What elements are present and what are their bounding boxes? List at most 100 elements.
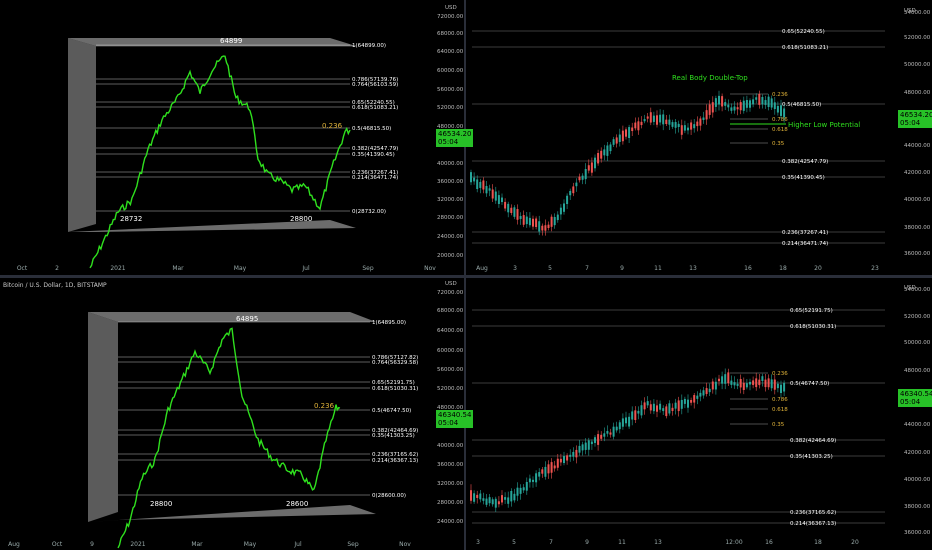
br-right-axis: USD54000.0052000.0050000.0048000.0046000… [904,285,931,536]
tr-right-tick: 40000.00 [904,197,931,203]
tr-candle-body [544,225,547,231]
tr-candle-body [541,225,544,231]
br-candle-body [646,401,649,406]
br-candle-body [727,372,730,384]
tl-fib-label: 1(64899.00) [352,43,386,49]
tr-candle-body [674,122,677,128]
br-candle-body [501,495,503,503]
br-candles [470,368,786,513]
br-candle-body [742,382,745,391]
tl-label-bottom-right: 28800 [290,215,312,223]
tr-small-fib-label: 0.236 [772,92,788,98]
br-candle-body [758,379,761,386]
br-candle-body [714,381,717,390]
br-x-tick: 20 [851,539,859,546]
tr-right-tick: 44000.00 [904,143,931,149]
br-candle-body [621,418,624,427]
br-x-tick: 12:00 [725,539,742,546]
bl-x-tick: Jul [293,541,302,548]
tl-x-axis: Oct 2 2021 Mar May Jul Sep Nov [17,265,436,272]
br-small-fib-label: 0.35 [772,422,785,428]
tl-fib-levels: 1(64899.00)0.786(57139.76)0.764(56103.59… [96,43,398,215]
tr-fib-label: 0.236(37267.41) [782,230,828,236]
br-candle-body [618,422,621,430]
br-candle-body [528,478,531,483]
br-candle-body [525,481,528,491]
tr-candle-body [501,197,503,203]
tl-label-fib236: 0.236 [322,122,343,130]
tr-candle-body [683,125,686,131]
tr-candle-body [550,216,553,227]
bl-label-bottom-left: 28800 [150,500,172,508]
br-fib-label: 0.214(36367.13) [790,521,836,527]
tr-x-tick: 13 [689,265,697,272]
tr-candle-body [749,100,751,108]
tr-fib-label: 0.65(52240.55) [782,29,825,35]
tr-candle-body [742,100,745,111]
tr-candle-body [538,221,541,232]
tr-x-axis: Aug 3 5 7 9 11 13 16 18 20 23 [476,265,879,272]
br-candle-body [733,382,736,386]
br-candle-body [494,498,497,508]
br-candle-body [612,426,615,437]
tr-y-tick: 72000.00 [437,14,464,20]
br-right-tick: 38000.00 [904,504,931,510]
tr-fib-label: 0.214(36471.74) [782,241,828,247]
tr-x-tick: 5 [548,265,552,272]
tr-candle-body [646,116,649,119]
br-candle-body [783,382,786,392]
br-fib-label: 0.618(51030.31) [790,324,836,330]
tr-candle-body [563,203,565,212]
tr-y-tick: 60000.00 [437,68,464,74]
br-candle-body [507,497,510,504]
br-right-tick: 42000.00 [904,450,931,456]
br-candle-body [649,404,652,411]
bl-fib-label: 1(64895.00) [372,320,406,326]
tr-x-tick: 3 [513,265,517,272]
br-price-tag-sub: 05:04 [900,398,921,406]
bl-x-tick: 9 [90,541,94,548]
tr-y-tick: 32000.00 [437,197,464,203]
tr-candle-body [528,217,531,226]
br-right-tick: 54000.00 [904,287,931,293]
br-candle-body [634,410,637,421]
bl-price-tag-value: 46340.54 [438,411,472,419]
br-candle-body [575,449,578,458]
br-candle-body [671,407,674,411]
br-x-tick: 7 [549,539,553,546]
tr-x-tick: 7 [585,265,589,272]
bl-fib-label: 0.764(56329.58) [372,360,418,366]
tl-x-tick: Nov [424,265,436,272]
bl-x-tick: Aug [8,541,20,548]
bl-x-tick: Sep [347,541,359,548]
br-y-tick: 52000.00 [437,386,464,392]
br-candle-body [553,465,556,469]
tr-y-tick: 28000.00 [437,215,464,221]
bl-fib-label: 0.214(36367.13) [372,458,418,464]
br-candle-body [702,390,705,396]
br-candle-body [640,405,643,416]
chart-canvas[interactable]: 1(64899.00)0.786(57139.76)0.764(56103.59… [0,0,932,550]
tr-candle-body [569,190,572,196]
br-candle-body [780,384,782,394]
br-right-tick: 50000.00 [904,340,931,346]
tr-candle-body [470,172,472,183]
tr-candle-body [510,207,513,213]
tr-candle-body [730,107,733,111]
tr-candle-body [479,181,482,188]
br-candle-body [516,487,519,496]
tl-x-tick: 2021 [110,265,125,272]
tr-price-tag-sub: 05:04 [900,119,921,127]
br-candle-body [603,433,606,437]
tr-candle-body [584,169,587,180]
br-candle-body [544,466,547,477]
bl-fib-label: 0.618(51030.31) [372,386,418,392]
tr-candle-body [618,134,621,142]
br-candle-body [479,493,482,500]
tl-label-top: 64899 [220,37,242,45]
bl-fib-label: 0(28600.00) [372,493,406,499]
tr-right-tick: 38000.00 [904,225,931,231]
br-candle-body [668,403,671,414]
tr-candle-body [640,121,643,126]
bl-x-tick: May [244,541,257,548]
